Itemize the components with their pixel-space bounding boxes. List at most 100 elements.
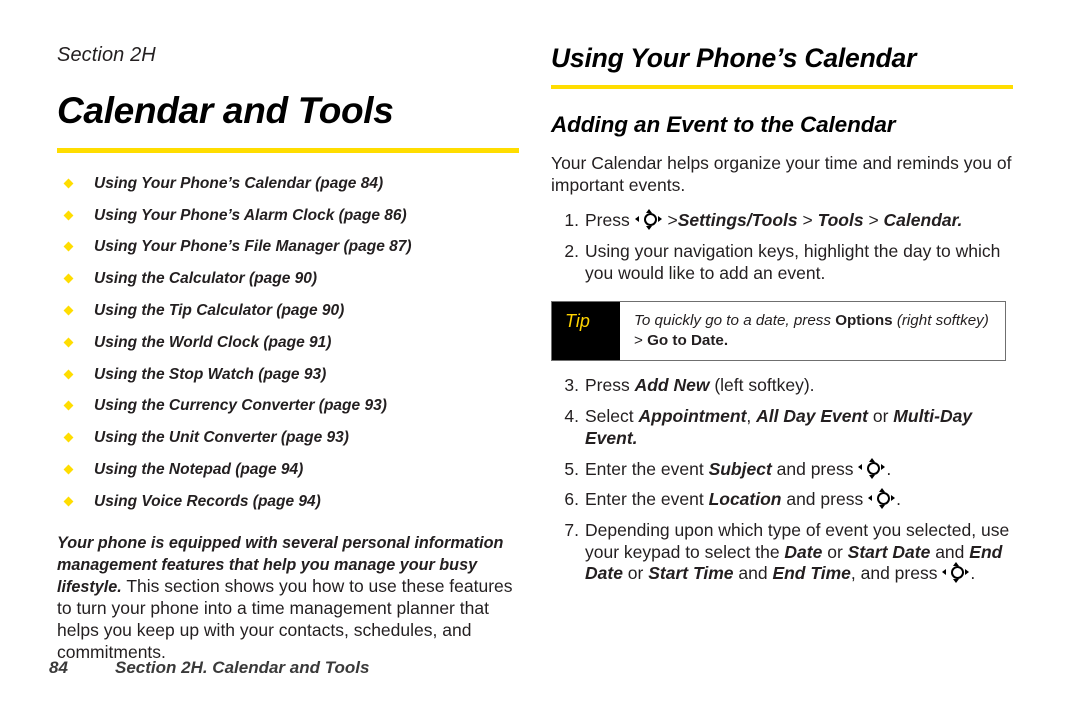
list-item[interactable]: Using the Unit Converter (page 93) — [57, 430, 519, 446]
list-item[interactable]: Using Your Phone’s Alarm Clock (page 86) — [57, 206, 519, 224]
list-item-label: Using Your Phone’s Calendar (page 84) — [94, 174, 384, 192]
option-appointment: Appointment — [638, 406, 747, 427]
diamond-bullet-icon — [63, 305, 74, 316]
menu-path-settings-tools: Settings/Tools — [677, 210, 798, 231]
step-item: Press Add New (left softkey). — [551, 375, 1013, 397]
step-text-mid: and press — [781, 489, 869, 510]
list-item-label: Using the Currency Converter (page 93) — [94, 397, 387, 415]
step-text-post: . — [886, 458, 892, 479]
step-item: Enter the event Location and press . — [551, 488, 1013, 511]
option-all-day-event: All Day Event — [756, 406, 868, 427]
list-item-label: Using the Unit Converter (page 93) — [94, 429, 349, 447]
step-item: Select Appointment, All Day Event or Mul… — [551, 406, 1013, 449]
field-date: Date — [784, 541, 823, 562]
list-item-label: Using the Tip Calculator (page 90) — [94, 302, 345, 320]
step-text-pre: Enter the event — [585, 489, 709, 510]
field-subject: Subject — [708, 458, 772, 479]
tip-label: Tip — [552, 302, 620, 361]
step-text-sep: > — [662, 210, 678, 231]
diamond-bullet-icon — [63, 400, 74, 411]
navigation-key-icon — [942, 562, 970, 584]
step-text-pre: Press — [585, 375, 635, 396]
diamond-bullet-icon — [63, 273, 74, 284]
diamond-bullet-icon — [63, 496, 74, 507]
section-accent-rule — [551, 85, 1013, 90]
step-item: Press >Settings/Tools > Tools > Calendar… — [551, 209, 1013, 232]
tip-text-softkey: (right softkey) — [892, 312, 989, 330]
list-item-label: Using Voice Records (page 94) — [94, 492, 321, 510]
chapter-intro-rest: This section shows you how to use these … — [57, 576, 513, 662]
step-text-sep: > — [797, 210, 818, 231]
list-item[interactable]: Using Voice Records (page 94) — [57, 494, 519, 510]
procedure-steps-part-one: Press >Settings/Tools > Tools > Calendar… — [551, 209, 1013, 284]
step-text-sep: or — [868, 406, 894, 427]
page-number: 84 — [49, 658, 68, 677]
field-start-date: Start Date — [847, 541, 931, 562]
diamond-bullet-icon — [63, 178, 74, 189]
step-item: Depending upon which type of event you s… — [551, 520, 1013, 585]
diamond-bullet-icon — [63, 464, 74, 475]
step-text-post: . — [970, 563, 976, 584]
chapter-contents-list: Using Your Phone’s Calendar (page 84) Us… — [57, 176, 519, 509]
section-heading: Using Your Phone’s Calendar — [551, 43, 917, 73]
tip-text-pre: To quickly go to a date, press — [634, 312, 836, 330]
diamond-bullet-icon — [63, 337, 74, 348]
step-text-sep: and — [930, 541, 970, 562]
list-item[interactable]: Using the World Clock (page 91) — [57, 335, 519, 351]
diamond-bullet-icon — [63, 241, 74, 252]
step-text-sep: > — [863, 210, 884, 231]
diamond-bullet-icon — [63, 432, 74, 443]
tip-body: To quickly go to a date, press Options (… — [620, 302, 1005, 360]
section-label: Section 2H — [57, 44, 156, 66]
field-end-time: End Time — [772, 563, 851, 584]
tip-callout-box: Tip To quickly go to a date, press Optio… — [551, 301, 1006, 362]
navigation-key-icon — [868, 488, 896, 510]
navigation-key-icon — [858, 457, 886, 479]
procedure-steps-part-two: Press Add New (left softkey). Select App… — [551, 375, 1013, 585]
list-item-label: Using the Notepad (page 94) — [94, 461, 304, 479]
footer-section-text: Section 2H. Calendar and Tools — [115, 658, 370, 677]
navigation-key-icon — [634, 209, 662, 231]
step-item: Enter the event Subject and press . — [551, 457, 1013, 481]
list-item[interactable]: Using the Currency Converter (page 93) — [57, 398, 519, 414]
tip-options-keyword: Options — [835, 312, 893, 330]
step-text-sep: or — [622, 563, 649, 584]
step-text-post: . — [632, 427, 638, 448]
field-location: Location — [708, 489, 782, 510]
step-item: Using your navigation keys, highlight th… — [551, 241, 1013, 284]
list-item-label: Using the Calculator (page 90) — [94, 270, 318, 288]
step-text-end: . — [957, 210, 963, 231]
tip-goto-date-keyword: Go to Date — [647, 332, 724, 350]
right-column: Using Your Phone’s Calendar Adding an Ev… — [551, 43, 1013, 594]
step-text-pre: Select — [585, 406, 639, 427]
list-item-label: Using the Stop Watch (page 93) — [94, 365, 327, 383]
tip-text-separator: > — [634, 332, 648, 350]
step-text-mid: and press — [771, 458, 859, 479]
list-item[interactable]: Using the Notepad (page 94) — [57, 462, 519, 478]
diamond-bullet-icon — [63, 369, 74, 380]
list-item-label: Using Your Phone’s File Manager (page 87… — [94, 238, 412, 256]
list-item[interactable]: Using Your Phone’s Calendar (page 84) — [57, 176, 519, 192]
menu-path-tools: Tools — [817, 210, 864, 231]
list-item-label: Using Your Phone’s Alarm Clock (page 86) — [94, 206, 407, 224]
list-item[interactable]: Using the Stop Watch (page 93) — [57, 365, 519, 383]
left-column: Section 2H Calendar and Tools Using Your… — [57, 44, 519, 664]
step-text-sep: and — [733, 563, 773, 584]
step-text-pre: Enter the event — [585, 458, 709, 479]
softkey-add-new: Add New — [634, 375, 710, 396]
list-item[interactable]: Using the Tip Calculator (page 90) — [57, 303, 519, 319]
page-footer: 84 Section 2H. Calendar and Tools — [49, 658, 649, 678]
page-title: Calendar and Tools — [57, 90, 394, 131]
chapter-intro-paragraph: Your phone is equipped with several pers… — [57, 532, 519, 663]
subsection-heading: Adding an Event to the Calendar — [551, 112, 896, 138]
document-page: Section 2H Calendar and Tools Using Your… — [0, 0, 1080, 720]
tip-text-end: . — [723, 332, 729, 350]
title-accent-rule — [57, 147, 519, 153]
list-item[interactable]: Using the Calculator (page 90) — [57, 271, 519, 287]
diamond-bullet-icon — [63, 210, 74, 221]
step-text-sep: or — [822, 541, 848, 562]
step-text-pre: Press — [585, 210, 635, 231]
step-text-sep: , and press — [850, 563, 943, 584]
step-text-post: . — [896, 489, 901, 510]
list-item[interactable]: Using Your Phone’s File Manager (page 87… — [57, 239, 519, 255]
